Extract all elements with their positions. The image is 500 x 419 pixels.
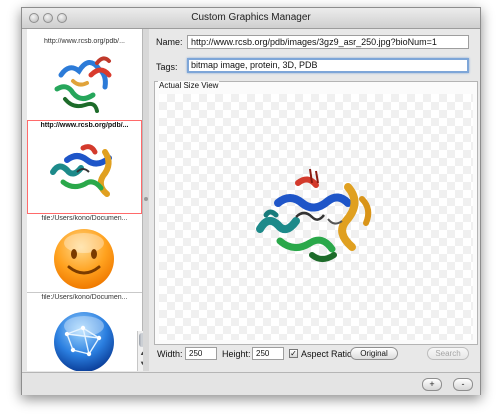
custom-graphics-manager-window: Custom Graphics Manager http://www.rcsb.…	[21, 7, 481, 395]
graphics-list-item-label: http://www.rcsb.org/pdb/...	[40, 122, 129, 129]
tags-field[interactable]: bitmap image, protein, 3D, PDB	[187, 58, 469, 73]
checkmark-icon: ✓	[290, 349, 297, 358]
pane-splitter[interactable]	[143, 29, 149, 371]
height-input[interactable]: 250	[252, 347, 284, 360]
preview-canvas	[159, 94, 473, 340]
graphics-list-item-label: http://www.rcsb.org/pdb/...	[44, 38, 125, 45]
tags-label: Tags:	[156, 62, 178, 72]
graphics-list-item-4[interactable]: file:/Users/kono/Documen...	[27, 292, 142, 371]
aspect-ratio-checkbox[interactable]: ✓	[289, 349, 298, 358]
graphics-list-item-1[interactable]: http://www.rcsb.org/pdb/...	[27, 29, 142, 121]
graphics-list-item-3[interactable]: file:/Users/kono/Documen...	[27, 213, 142, 293]
name-label: Name:	[156, 37, 183, 47]
original-button[interactable]: Original	[350, 347, 398, 360]
add-graphic-button[interactable]: +	[422, 378, 442, 391]
name-field[interactable]: http://www.rcsb.org/pdb/images/3gz9_asr_…	[187, 35, 469, 49]
protein-thumbnail-icon	[27, 134, 142, 208]
title-bar: Custom Graphics Manager	[22, 8, 480, 29]
actual-size-view-title: Actual Size View	[158, 81, 220, 90]
splitter-grip-icon	[144, 197, 148, 201]
globe-network-icon	[27, 304, 142, 371]
smiley-face-icon	[27, 225, 142, 291]
height-label: Height:	[222, 349, 251, 359]
actual-size-view-panel: Actual Size View	[154, 81, 478, 345]
search-button[interactable]: Search	[427, 347, 469, 360]
window-title: Custom Graphics Manager	[191, 12, 311, 23]
graphics-list-item-2[interactable]: http://www.rcsb.org/pdb/...	[27, 120, 142, 214]
remove-graphic-button[interactable]: -	[453, 378, 473, 391]
width-input[interactable]: 250	[185, 347, 217, 360]
graphics-list-item-label: file:/Users/kono/Documen...	[41, 294, 128, 301]
width-label: Width:	[157, 349, 183, 359]
protein-preview-image-icon	[252, 159, 392, 274]
graphics-list[interactable]: http://www.rcsb.org/pdb/... http://www.r…	[27, 29, 143, 371]
aspect-ratio-label: Aspect Ratio	[301, 349, 353, 359]
graphics-list-item-label: file:/Users/kono/Documen...	[41, 215, 128, 222]
bottom-toolbar: + -	[22, 372, 480, 395]
protein-thumbnail-icon	[27, 51, 142, 119]
